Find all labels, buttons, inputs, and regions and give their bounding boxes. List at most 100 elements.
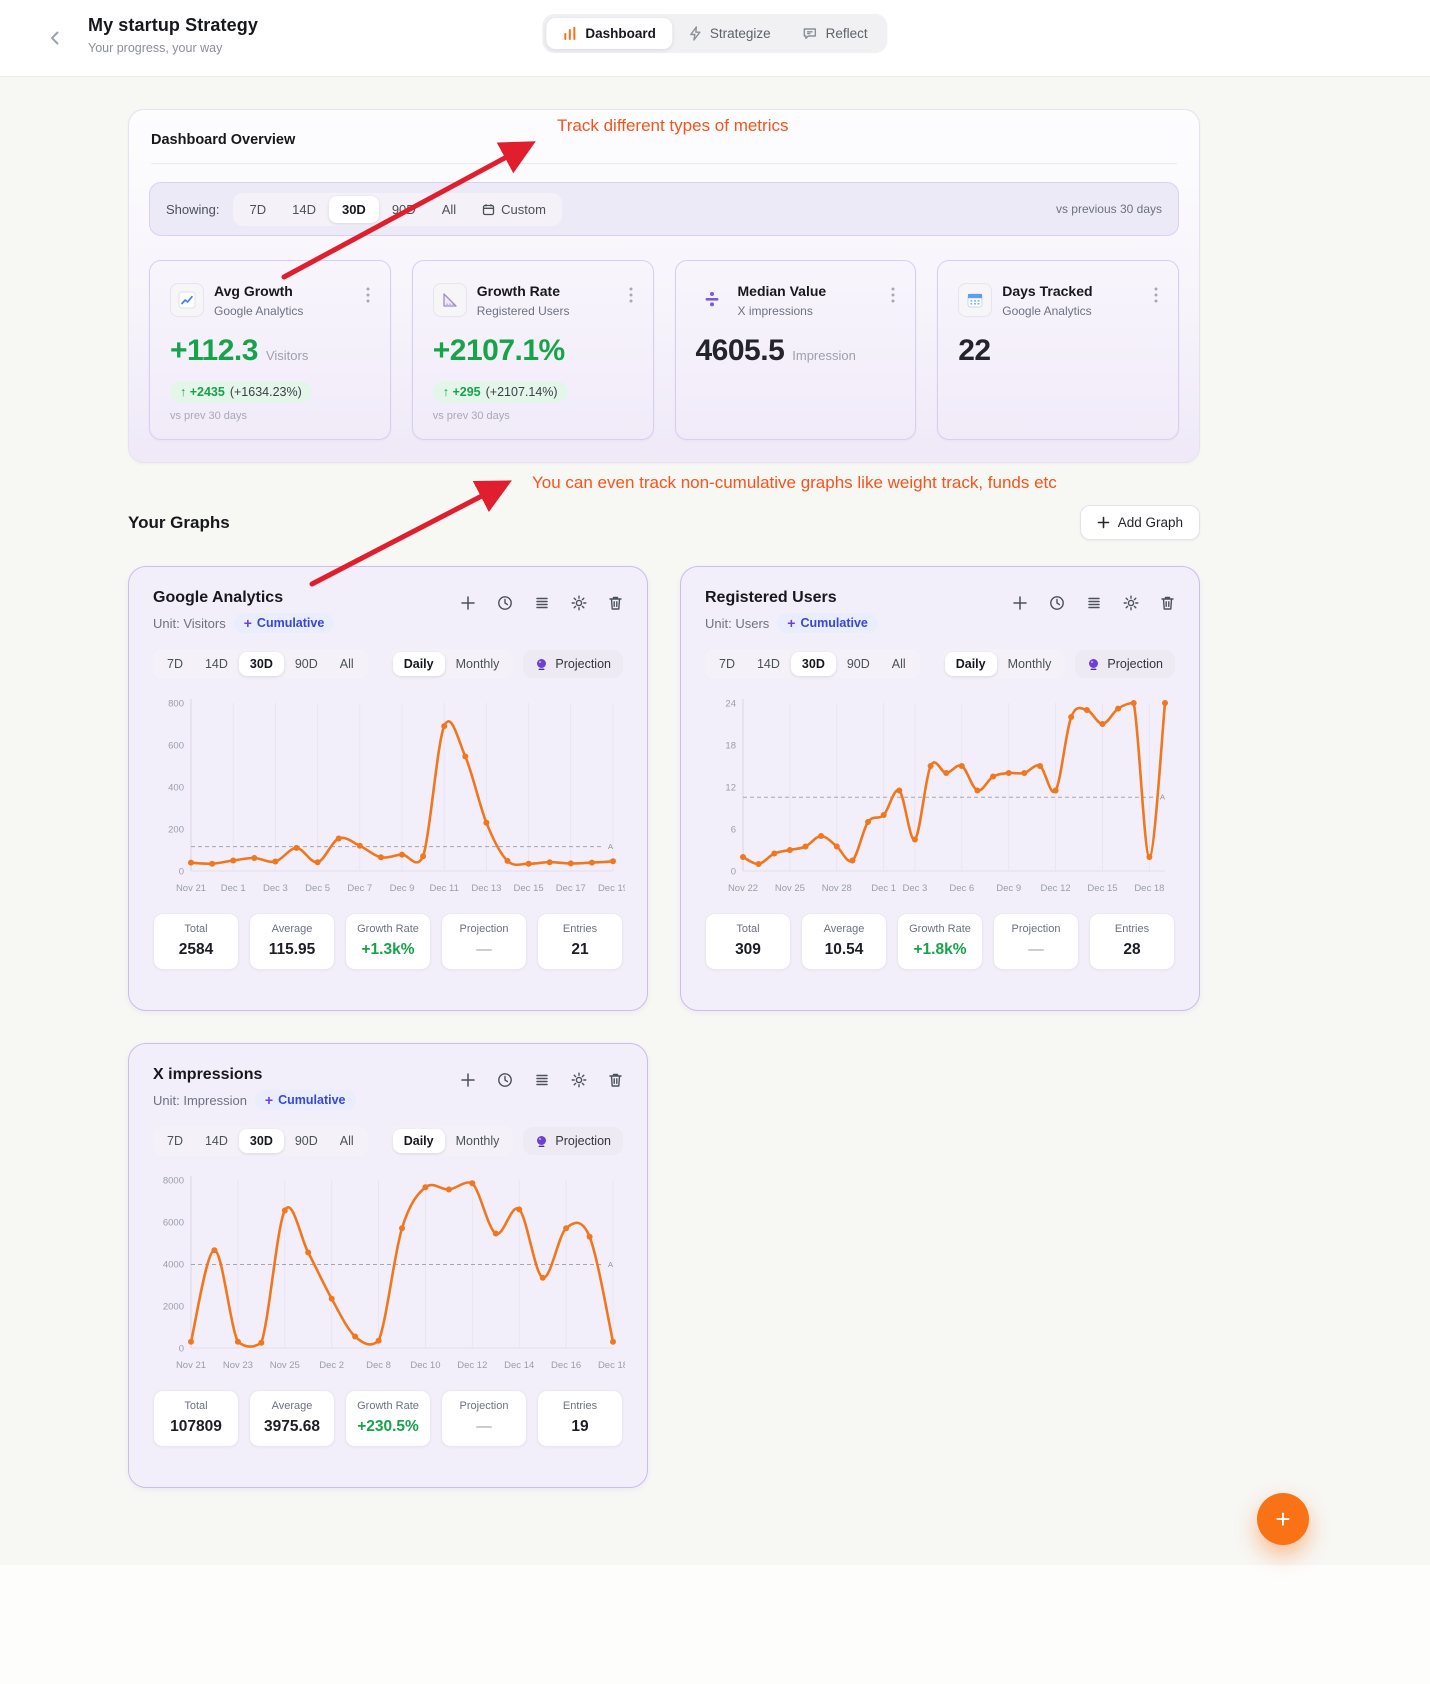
add-entry-icon[interactable] <box>460 595 476 611</box>
rows-icon[interactable] <box>534 595 550 611</box>
range-7d[interactable]: 7D <box>156 1129 194 1153</box>
line-chart[interactable]: 02000400060008000ANov 21Nov 23Nov 25Dec … <box>153 1166 625 1378</box>
trash-icon[interactable] <box>608 1072 623 1088</box>
range-90d[interactable]: 90D <box>284 652 329 676</box>
kebab-menu-icon[interactable] <box>1150 283 1162 307</box>
projection-button[interactable]: Projection <box>1075 650 1175 678</box>
range-all[interactable]: All <box>881 652 917 676</box>
metric-title: Days Tracked <box>1002 283 1092 299</box>
mode-daily[interactable]: Daily <box>945 652 997 676</box>
gear-icon[interactable] <box>1123 595 1139 611</box>
plus-icon <box>1097 516 1110 529</box>
svg-text:Dec 18: Dec 18 <box>1134 883 1164 894</box>
graph-card-x-impressions: X impressions Unit: Impression +Cumulati… <box>128 1043 648 1488</box>
fab-add-button[interactable]: + <box>1257 1493 1309 1545</box>
gear-icon[interactable] <box>571 595 587 611</box>
range-7d[interactable]: 7D <box>236 196 279 223</box>
range-90d[interactable]: 90D <box>836 652 881 676</box>
svg-text:Dec 1: Dec 1 <box>871 883 896 894</box>
range-14d[interactable]: 14D <box>279 196 329 223</box>
kebab-menu-icon[interactable] <box>887 283 899 307</box>
svg-text:Dec 18: Dec 18 <box>598 1360 625 1371</box>
svg-text:Dec 6: Dec 6 <box>949 883 974 894</box>
rows-icon[interactable] <box>534 1072 550 1088</box>
range-14d[interactable]: 14D <box>194 652 239 676</box>
range-all[interactable]: All <box>429 196 469 223</box>
clock-icon[interactable] <box>1049 595 1065 611</box>
svg-text:Dec 9: Dec 9 <box>390 883 415 894</box>
range-7d[interactable]: 7D <box>708 652 746 676</box>
dashboard-overview-panel: Dashboard Overview Showing: 7D 14D 30D 9… <box>128 109 1200 463</box>
projection-button[interactable]: Projection <box>523 650 623 678</box>
kebab-menu-icon[interactable] <box>625 283 637 307</box>
svg-text:0: 0 <box>179 1344 184 1355</box>
tab-reflect[interactable]: Reflect <box>787 18 884 49</box>
your-graphs-title: Your Graphs <box>128 513 230 533</box>
range-custom[interactable]: Custom <box>469 196 559 223</box>
mode-group: Daily Monthly <box>942 649 1066 679</box>
cumulative-badge[interactable]: +Cumulative <box>255 1090 356 1110</box>
metric-unit: Impression <box>792 348 856 363</box>
clock-icon[interactable] <box>497 1072 513 1088</box>
stat-projection: Projection— <box>993 913 1079 970</box>
metric-subtitle: X impressions <box>738 304 827 318</box>
svg-text:Dec 7: Dec 7 <box>347 883 372 894</box>
range-all[interactable]: All <box>329 1129 365 1153</box>
range-30d[interactable]: 30D <box>239 652 284 676</box>
range-all[interactable]: All <box>329 652 365 676</box>
range-7d[interactable]: 7D <box>156 652 194 676</box>
range-14d[interactable]: 14D <box>194 1129 239 1153</box>
svg-text:Dec 13: Dec 13 <box>471 883 501 894</box>
add-entry-icon[interactable] <box>1012 595 1028 611</box>
add-entry-icon[interactable] <box>460 1072 476 1088</box>
line-chart[interactable]: 0200400600800ANov 21Dec 1Dec 3Dec 5Dec 7… <box>153 689 625 901</box>
cumulative-badge[interactable]: +Cumulative <box>234 613 335 633</box>
back-button[interactable] <box>44 26 68 50</box>
mode-daily[interactable]: Daily <box>393 1129 445 1153</box>
mode-monthly[interactable]: Monthly <box>997 652 1063 676</box>
range-30d[interactable]: 30D <box>791 652 836 676</box>
range-90d[interactable]: 90D <box>379 196 429 223</box>
clock-icon[interactable] <box>497 595 513 611</box>
mode-monthly[interactable]: Monthly <box>445 652 511 676</box>
delta-badge: ↑ +295 (+2107.14%) <box>433 381 568 403</box>
range-30d[interactable]: 30D <box>329 196 379 223</box>
metric-subtitle: Google Analytics <box>1002 304 1092 318</box>
trash-icon[interactable] <box>608 595 623 611</box>
divider <box>151 163 1177 164</box>
metric-value: 4605.5 <box>696 334 785 368</box>
svg-text:24: 24 <box>725 699 736 710</box>
trash-icon[interactable] <box>1160 595 1175 611</box>
main-content: Dashboard Overview Showing: 7D 14D 30D 9… <box>128 109 1200 1518</box>
line-chart[interactable]: 06121824ANov 22Nov 25Nov 28Dec 1Dec 3Dec… <box>705 689 1177 901</box>
range-90d[interactable]: 90D <box>284 1129 329 1153</box>
compare-label: vs previous 30 days <box>1056 202 1162 216</box>
graph-stats-row: Total309 Average10.54 Growth Rate+1.8k% … <box>705 913 1175 970</box>
svg-text:400: 400 <box>168 783 184 794</box>
mode-daily[interactable]: Daily <box>393 652 445 676</box>
tab-dashboard[interactable]: Dashboard <box>546 18 672 49</box>
metric-card-growth-rate: Growth Rate Registered Users +2107.1% ↑ … <box>412 260 654 440</box>
mode-monthly[interactable]: Monthly <box>445 1129 511 1153</box>
stat-projection: Projection— <box>441 913 527 970</box>
metric-card-median-value: Median Value X impressions 4605.5 Impres… <box>675 260 917 440</box>
svg-text:A: A <box>1160 793 1165 802</box>
svg-text:A: A <box>608 1260 613 1269</box>
tab-label: Strategize <box>710 26 771 41</box>
kebab-menu-icon[interactable] <box>362 283 374 307</box>
stat-entries: Entries19 <box>537 1390 623 1447</box>
add-graph-button[interactable]: Add Graph <box>1080 505 1200 540</box>
graph-unit: Unit: Visitors <box>153 616 226 631</box>
range-14d[interactable]: 14D <box>746 652 791 676</box>
svg-text:Dec 15: Dec 15 <box>514 883 544 894</box>
rows-icon[interactable] <box>1086 595 1102 611</box>
metric-value: 22 <box>958 334 990 368</box>
cumulative-badge[interactable]: +Cumulative <box>777 613 878 633</box>
projection-button[interactable]: Projection <box>523 1127 623 1155</box>
svg-text:Dec 8: Dec 8 <box>366 1360 391 1371</box>
svg-text:Dec 17: Dec 17 <box>556 883 586 894</box>
tab-strategize[interactable]: Strategize <box>672 18 787 49</box>
gear-icon[interactable] <box>571 1072 587 1088</box>
graphs-grid: Google Analytics Unit: Visitors +Cumulat… <box>128 566 1200 1518</box>
range-30d[interactable]: 30D <box>239 1129 284 1153</box>
